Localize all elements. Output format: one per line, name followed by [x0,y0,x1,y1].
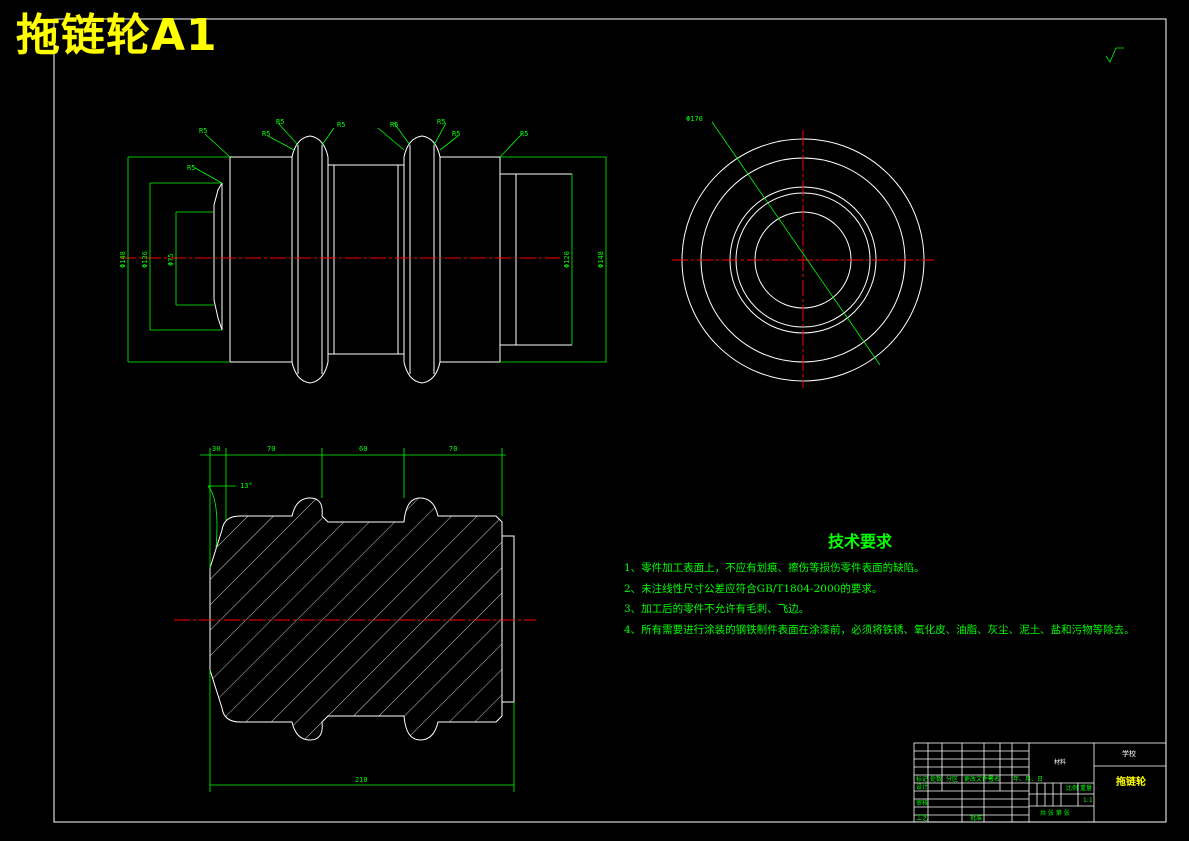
tech-requirements-list: 1、零件加工表面上，不应有划痕、擦伤等损伤零件表面的缺陷。 2、未注线性尺寸公差… [624,558,1135,640]
front-dimensions [127,122,607,363]
dim-d120-label: Φ120 [563,251,571,268]
tech-requirement-item: 1、零件加工表面上，不应有划痕、擦伤等损伤零件表面的缺陷。 [624,562,925,574]
title-block-weight-label: 重量 [1080,785,1093,792]
dim-r5-label: R5 [199,127,207,135]
title-block-row-label: 处数 [930,776,943,783]
title-block-part-name: 拖链轮 [1116,777,1146,788]
title-block-sheet: 共 张 第 张 [1040,810,1070,817]
side-centerlines [672,130,934,388]
dim-r5-label: R5 [452,130,460,138]
dim-d75-label: Φ75 [167,253,175,266]
dim-r5-label: R5 [520,130,528,138]
title-block-row-label: 签名 [988,776,1001,783]
drawing-title: 拖链轮A1 [16,10,218,61]
front-dim-labels: R5 R5 R5 R5 R5 R5 R5 R5 R5 Φ148 Φ136 Φ75… [119,118,605,268]
title-block-role-label: 设计 [916,784,929,791]
dim-70-right-label: 70 [449,445,457,453]
dim-r5-label: R5 [187,164,195,172]
tech-requirement-item: 2、未注线性尺寸公差应符合GB/T1804-2000的要求。 [624,582,883,595]
dim-30-label: 30 [212,445,220,453]
dim-r5-label: R5 [390,121,398,129]
tech-requirement-item: 3、加工后的零件不允许有毛刺、飞边。 [624,603,810,615]
tech-requirements-heading: 技术要求 [828,532,893,551]
title-block-row-label: 年、月、日 [1013,776,1044,783]
title-block-role-label: 工艺 [916,815,929,822]
title-block-scale: 1:1 [1083,797,1093,804]
roughness-symbol [1105,47,1124,63]
dim-d136-label: Φ136 [141,251,149,268]
title-block-scale-label: 比例 [1066,785,1079,792]
title-block-material: 材料 [1054,759,1067,766]
front-view [213,135,572,384]
dim-60-label: 60 [359,445,367,453]
title-block-row-label: 标记 [916,776,929,783]
dim-r5-label: R5 [437,118,445,126]
dim-210-label: 210 [355,776,368,784]
dim-13deg-label: 13° [240,482,253,490]
dim-r5-label: R5 [262,130,270,138]
dim-r5-label: R5 [276,118,284,126]
title-block-role-label: 批准 [970,815,983,822]
title-block-row-label: 分区 [946,776,959,783]
dim-r5-label: R5 [337,121,345,129]
dim-d170-label: Φ170 [686,115,703,123]
tech-requirement-item: 4、所有需要进行涂装的钢铁制件表面在涂漆前，必须将铁锈、氧化皮、油脂、灰尘、泥土… [624,623,1135,636]
dim-d148-left-label: Φ148 [119,251,127,268]
dim-d148-right-label: Φ148 [597,251,605,268]
title-block-school: 学校 [1122,750,1136,758]
technical-drawing: R5 R5 R5 R5 R5 R5 R5 R5 R5 Φ148 Φ136 Φ75… [53,18,1167,823]
title-block-role-label: 审核 [916,800,929,807]
dim-70-left-label: 70 [267,445,275,453]
